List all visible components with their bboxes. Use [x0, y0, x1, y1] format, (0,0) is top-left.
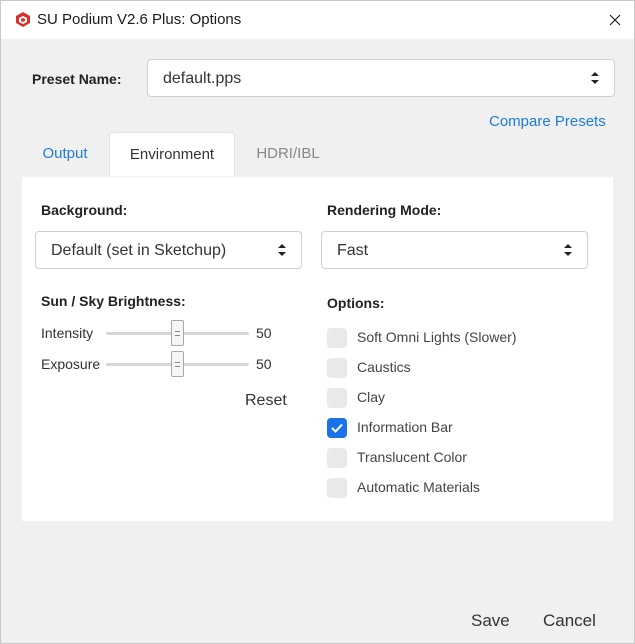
- option-label: Information Bar: [357, 419, 453, 435]
- intensity-label: Intensity: [41, 325, 94, 341]
- check-icon: [331, 423, 343, 433]
- preset-name-label: Preset Name:: [32, 71, 122, 87]
- checkbox[interactable]: [327, 418, 347, 438]
- checkbox[interactable]: [327, 388, 347, 408]
- option-label: Soft Omni Lights (Slower): [357, 329, 517, 345]
- intensity-slider-thumb[interactable]: [171, 320, 184, 346]
- compare-presets-link[interactable]: Compare Presets: [489, 113, 606, 130]
- title-bar: SU Podium V2.6 Plus: Options: [1, 1, 634, 39]
- dialog-footer: Save Cancel: [1, 591, 634, 643]
- environment-panel: Background: Default (set in Sketchup) Re…: [21, 176, 614, 522]
- rendering-mode-heading: Rendering Mode:: [327, 202, 442, 218]
- sort-arrows-icon: [278, 244, 286, 256]
- option-label: Translucent Color: [357, 449, 467, 465]
- exposure-slider-thumb[interactable]: [171, 351, 184, 377]
- rendering-mode-select[interactable]: Fast: [321, 231, 588, 269]
- option-label: Clay: [357, 389, 386, 405]
- exposure-value: 50: [256, 356, 272, 372]
- background-value: Default (set in Sketchup): [51, 242, 227, 259]
- window-title: SU Podium V2.6 Plus: Options: [37, 11, 242, 28]
- sort-arrows-icon: [564, 244, 572, 256]
- background-select[interactable]: Default (set in Sketchup): [35, 231, 302, 269]
- brightness-heading: Sun / Sky Brightness:: [41, 293, 186, 309]
- background-heading: Background:: [41, 202, 128, 218]
- sort-arrows-icon: [591, 72, 599, 84]
- options-window: SU Podium V2.6 Plus: Options Preset Name…: [0, 0, 635, 644]
- content-area: Preset Name: default.pps Compare Presets…: [1, 39, 634, 591]
- save-button[interactable]: Save: [471, 611, 510, 631]
- sketchup-icon: [16, 12, 30, 27]
- option-label: Automatic Materials: [357, 479, 480, 495]
- checkbox[interactable]: [327, 448, 347, 468]
- exposure-label: Exposure: [41, 356, 101, 372]
- tab-output[interactable]: Output: [21, 132, 109, 176]
- tab-environment[interactable]: Environment: [109, 132, 235, 177]
- checkbox[interactable]: [327, 358, 347, 378]
- cancel-button[interactable]: Cancel: [543, 611, 596, 631]
- checkbox[interactable]: [327, 478, 347, 498]
- options-heading: Options:: [327, 295, 385, 311]
- reset-button[interactable]: Reset: [245, 392, 287, 410]
- tab-hdri-ibl[interactable]: HDRI/IBL: [235, 132, 341, 176]
- close-icon[interactable]: [601, 7, 629, 33]
- preset-name-select[interactable]: default.pps: [147, 59, 615, 97]
- checkbox[interactable]: [327, 328, 347, 348]
- preset-name-value: default.pps: [163, 70, 242, 87]
- intensity-value: 50: [256, 325, 272, 341]
- rendering-mode-value: Fast: [337, 242, 369, 259]
- option-label: Caustics: [357, 359, 411, 375]
